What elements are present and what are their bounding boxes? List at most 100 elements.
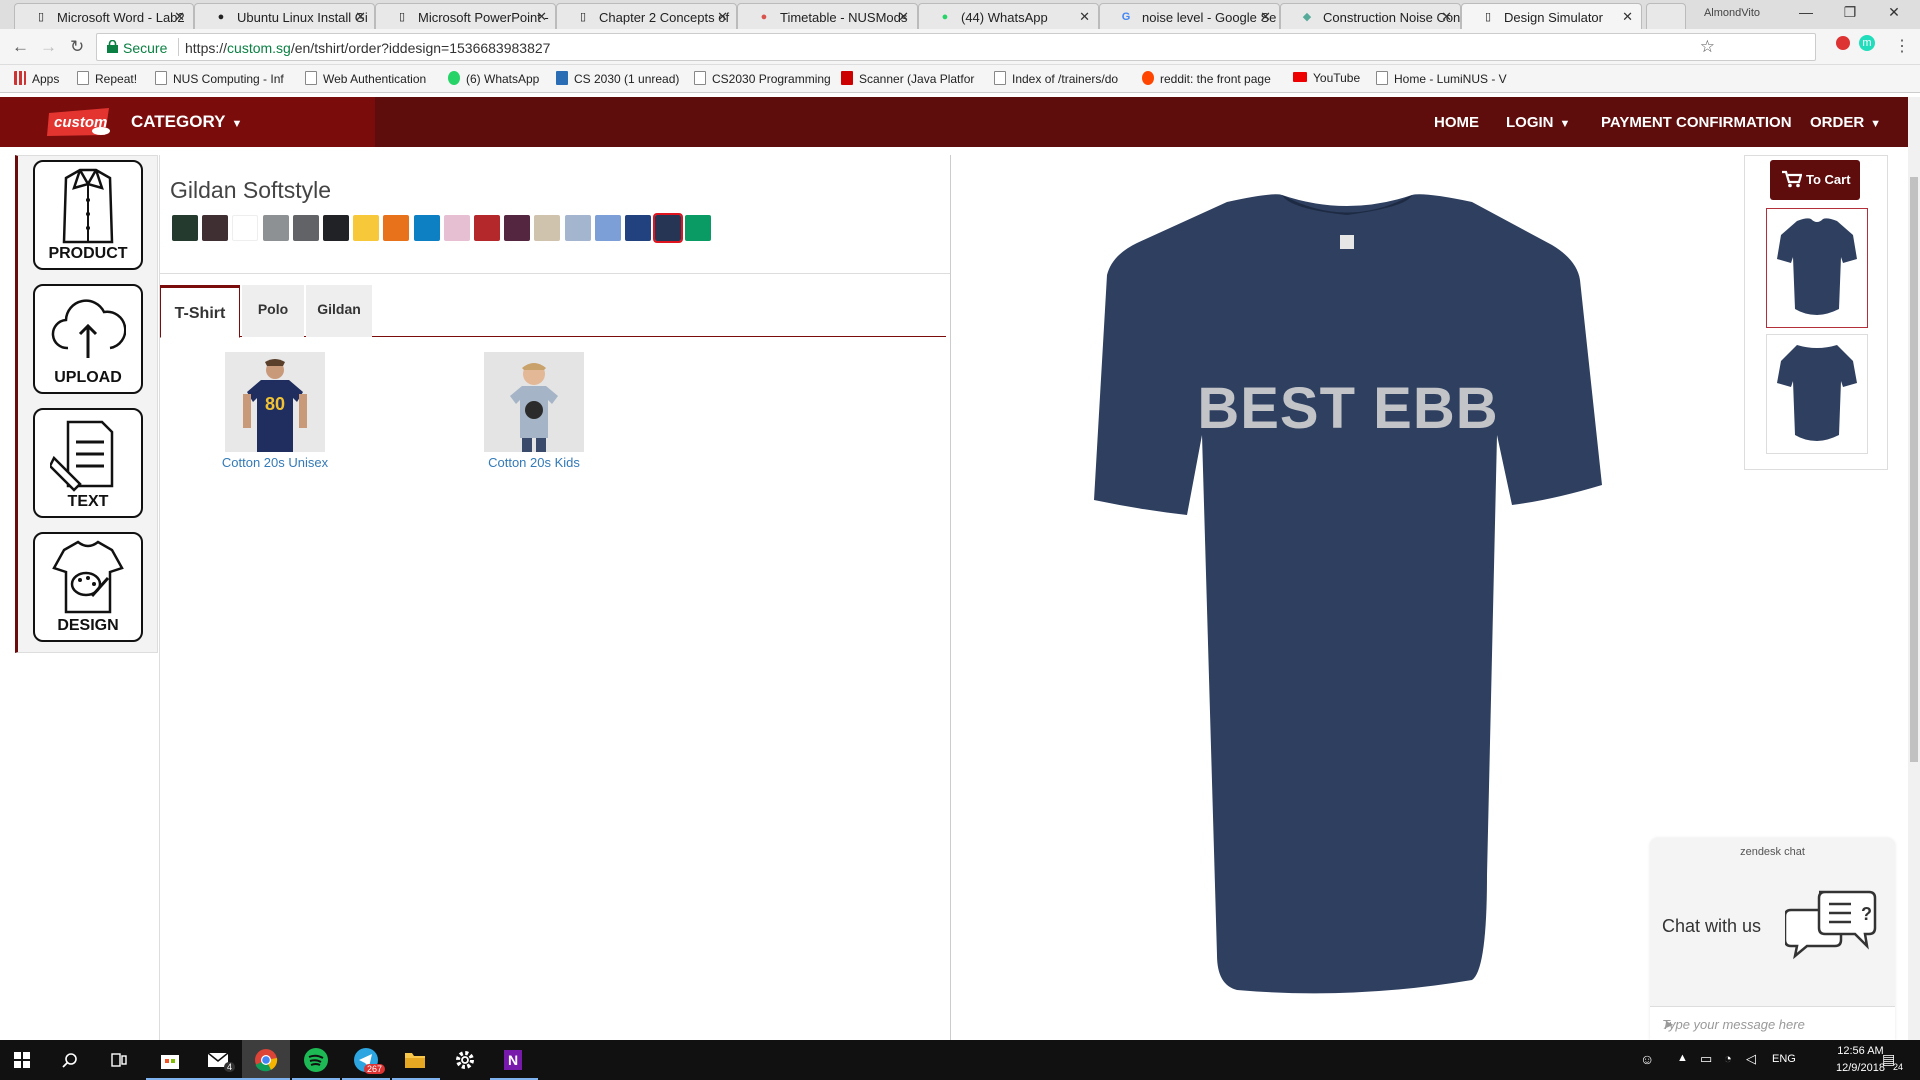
file-explorer-icon[interactable] (404, 1050, 426, 1070)
url-text[interactable]: https://custom.sg/en/tshirt/order?iddesi… (185, 40, 550, 56)
bookmark-item[interactable]: Web Authentication (305, 71, 426, 86)
nav-home[interactable]: HOME (1434, 114, 1479, 131)
browser-tab[interactable]: ● Ubuntu Linux Install Gi ✕ (194, 3, 375, 29)
browser-tab[interactable]: ● (44) WhatsApp ✕ (918, 3, 1099, 29)
browser-tab-active[interactable]: ▯ Design Simulator ✕ (1461, 3, 1642, 29)
people-icon[interactable]: ☺ (1640, 1051, 1654, 1067)
zendesk-chat-widget[interactable]: zendesk chat Chat with us ? Type your me… (1650, 838, 1895, 1040)
bookmark-item[interactable]: Index of /trainers/do (994, 71, 1118, 86)
custom-sg-logo[interactable]: custom (45, 107, 113, 137)
scrollbar-thumb[interactable] (1910, 177, 1918, 762)
bookmark-star-icon[interactable]: ☆ (1700, 37, 1715, 57)
bookmark-item[interactable]: Scanner (Java Platfor (841, 71, 974, 86)
windows-start-icon[interactable] (14, 1052, 30, 1068)
browser-tab[interactable]: ◆ Construction Noise Con ✕ (1280, 3, 1461, 29)
bookmark-item[interactable]: CS2030 Programming (694, 71, 831, 86)
color-swatch[interactable] (564, 215, 591, 241)
color-swatch[interactable] (625, 215, 651, 241)
color-swatch[interactable] (504, 215, 531, 241)
bookmark-item[interactable]: CS 2030 (1 unread) (556, 71, 679, 86)
design-canvas[interactable]: BEST EBB (952, 155, 1744, 1040)
color-swatch[interactable] (232, 215, 259, 241)
product-card-unisex[interactable]: 80 Cotton 20s Unisex (210, 352, 340, 470)
bookmark-apps[interactable]: Apps (14, 71, 59, 86)
color-swatch[interactable] (685, 215, 712, 241)
close-tab-icon[interactable]: ✕ (1441, 9, 1452, 25)
browser-tab[interactable]: ● Timetable - NUSMods ✕ (737, 3, 918, 29)
color-swatch[interactable] (383, 215, 410, 241)
chat-prompt[interactable]: Chat with us (1662, 916, 1761, 937)
new-tab-button[interactable] (1646, 3, 1686, 29)
close-tab-icon[interactable]: ✕ (717, 9, 728, 25)
close-tab-icon[interactable]: ✕ (1622, 9, 1633, 25)
product-image[interactable] (484, 352, 584, 452)
color-swatch[interactable] (172, 215, 198, 241)
chrome-icon[interactable] (254, 1048, 278, 1072)
view-front-thumb[interactable] (1766, 208, 1868, 328)
browser-menu-icon[interactable]: ⋮ (1894, 36, 1910, 56)
address-bar[interactable]: Secure https://custom.sg/en/tshirt/order… (96, 33, 1816, 61)
onenote-icon[interactable]: N (502, 1049, 524, 1071)
tab-tshirt[interactable]: T-Shirt (160, 285, 240, 338)
color-swatch[interactable] (443, 215, 470, 241)
volume-icon[interactable]: ◁ (1746, 1051, 1756, 1067)
browser-user[interactable]: AlmondVito (1704, 7, 1760, 19)
bookmark-item[interactable]: NUS Computing - Inf (155, 71, 284, 86)
tab-polo[interactable]: Polo (242, 285, 304, 337)
page-scrollbar[interactable] (1908, 97, 1920, 1040)
forward-arrow-icon[interactable]: → (40, 37, 57, 57)
spotify-icon[interactable] (304, 1048, 328, 1072)
search-icon[interactable] (62, 1052, 78, 1068)
restore-icon[interactable]: ❐ (1830, 4, 1870, 21)
nav-payment-confirmation[interactable]: PAYMENT CONFIRMATION (1601, 114, 1792, 131)
browser-tab[interactable]: ▯ Microsoft PowerPoint - ✕ (375, 3, 556, 29)
nav-login[interactable]: LOGIN ▼ (1506, 114, 1570, 131)
browser-tab[interactable]: ▯ Chapter 2 Concepts of ✕ (556, 3, 737, 29)
tray-chevron-up-icon[interactable]: ▲ (1677, 1052, 1688, 1064)
back-arrow-icon[interactable]: ← (12, 37, 29, 57)
close-window-icon[interactable]: ✕ (1874, 4, 1914, 21)
product-name[interactable]: Cotton 20s Unisex (210, 455, 340, 470)
chat-message-input[interactable]: Type your message here ➤ (1650, 1006, 1895, 1040)
send-icon[interactable]: ➤ (1662, 1017, 1885, 1033)
close-tab-icon[interactable]: ✕ (1079, 9, 1090, 25)
close-tab-icon[interactable]: ✕ (174, 9, 185, 25)
tool-upload-button[interactable]: UPLOAD (33, 284, 143, 394)
close-tab-icon[interactable]: ✕ (355, 9, 366, 25)
tool-design-button[interactable]: DESIGN (33, 532, 143, 642)
color-swatch[interactable] (534, 215, 561, 241)
browser-tab[interactable]: G noise level - Google Se ✕ (1099, 3, 1280, 29)
system-clock[interactable]: 12:56 AM 12/9/2018 (1836, 1043, 1885, 1077)
extension-icon[interactable] (1836, 36, 1850, 50)
color-swatch[interactable] (653, 213, 684, 243)
settings-gear-icon[interactable] (454, 1049, 476, 1071)
bookmark-item[interactable]: reddit: the front page (1142, 71, 1271, 86)
close-tab-icon[interactable]: ✕ (536, 9, 547, 25)
category-menu[interactable]: CATEGORY ▼ (131, 112, 242, 132)
browser-tab[interactable]: ▯ Microsoft Word - Lab2 ✕ (14, 3, 194, 29)
product-card-kids[interactable]: Cotton 20s Kids (469, 352, 599, 470)
to-cart-button[interactable]: To Cart (1770, 160, 1860, 200)
wifi-icon[interactable]: ◔ (1724, 1051, 1732, 1066)
tool-product-button[interactable]: PRODUCT (33, 160, 143, 270)
bookmark-item[interactable]: YouTube (1293, 71, 1360, 85)
close-tab-icon[interactable]: ✕ (898, 9, 909, 25)
color-swatch[interactable] (323, 215, 349, 241)
bookmark-item[interactable]: Repeat! (77, 71, 137, 86)
bookmark-item[interactable]: (6) WhatsApp (448, 71, 539, 86)
extension-m-icon[interactable]: m (1859, 35, 1875, 51)
language-indicator[interactable]: ENG (1772, 1053, 1796, 1065)
color-swatch[interactable] (474, 215, 500, 241)
minimize-icon[interactable]: — (1786, 4, 1826, 20)
product-name[interactable]: Cotton 20s Kids (469, 455, 599, 470)
tab-gildan[interactable]: Gildan (306, 285, 372, 337)
product-image[interactable]: 80 (225, 352, 325, 452)
task-view-icon[interactable] (110, 1052, 128, 1068)
color-swatch[interactable] (594, 215, 621, 241)
color-swatch[interactable] (353, 215, 380, 241)
battery-icon[interactable]: ▭ (1700, 1051, 1712, 1067)
tool-text-button[interactable]: TEXT (33, 408, 143, 518)
color-swatch[interactable] (202, 215, 229, 241)
design-text[interactable]: BEST EBB (952, 375, 1744, 442)
reload-icon[interactable]: ↻ (70, 37, 84, 57)
